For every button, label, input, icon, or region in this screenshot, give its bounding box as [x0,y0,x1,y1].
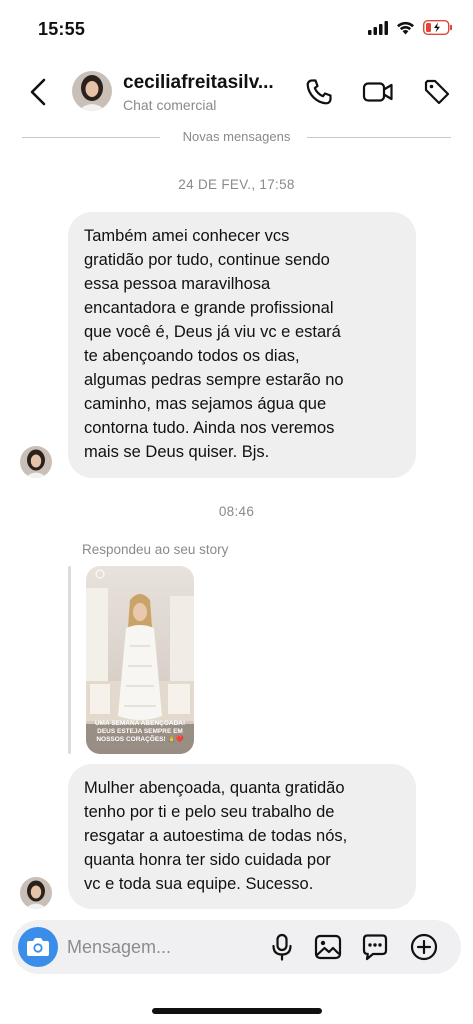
microphone-icon [272,933,292,961]
gallery-button[interactable] [312,931,344,963]
phone-icon [306,79,332,105]
message-input[interactable] [67,933,237,961]
camera-icon [27,938,49,956]
video-call-button[interactable] [361,76,393,108]
contact-name[interactable]: ceciliafreitasilv... [123,72,274,94]
gallery-icon [314,934,342,960]
message-composer [12,920,461,974]
reply-indicator-bar [68,566,71,754]
message-timestamp: 24 DE FEV., 17:58 [178,177,295,192]
status-bar: 15:55 [0,0,473,60]
tag-icon [424,79,450,105]
story-caption: UMA SEMANA ABENÇOADA! DEUS ESTEJA SEMPRE… [94,720,186,743]
story-thumbnail[interactable]: UMA SEMANA ABENÇOADA! DEUS ESTEJA SEMPRE… [86,566,194,754]
received-message-bubble[interactable]: Mulher abençoada, quanta gratidão tenho … [68,764,416,909]
back-arrow-icon [30,78,46,106]
video-icon [362,82,393,102]
story-reply-label: Respondeu ao seu story [82,542,229,557]
chat-type-label: Chat comercial [123,97,217,113]
chat-header: ceciliafreitasilv... Chat comercial [0,62,473,122]
divider-line-right [307,137,451,138]
sender-avatar[interactable] [20,877,52,909]
voice-message-button[interactable] [266,931,298,963]
call-button[interactable] [303,76,335,108]
add-icon [410,933,438,961]
message-timestamp: 08:46 [218,504,255,519]
sticker-icon [362,934,388,961]
wifi-icon [397,21,414,34]
contact-avatar[interactable] [72,71,112,111]
home-indicator [152,1008,322,1014]
received-message-bubble[interactable]: Também amei conhecer vcs gratidão por tu… [68,212,416,478]
new-messages-divider: Novas mensagens [22,127,451,147]
add-button[interactable] [408,931,440,963]
camera-button[interactable] [18,927,58,967]
sender-avatar[interactable] [20,446,52,478]
battery-low-icon [423,20,452,35]
label-button[interactable] [421,76,453,108]
signal-icon [368,20,388,35]
back-button[interactable] [26,74,52,110]
sticker-button[interactable] [359,931,391,963]
status-icons [368,20,453,35]
status-time: 15:55 [38,19,86,39]
